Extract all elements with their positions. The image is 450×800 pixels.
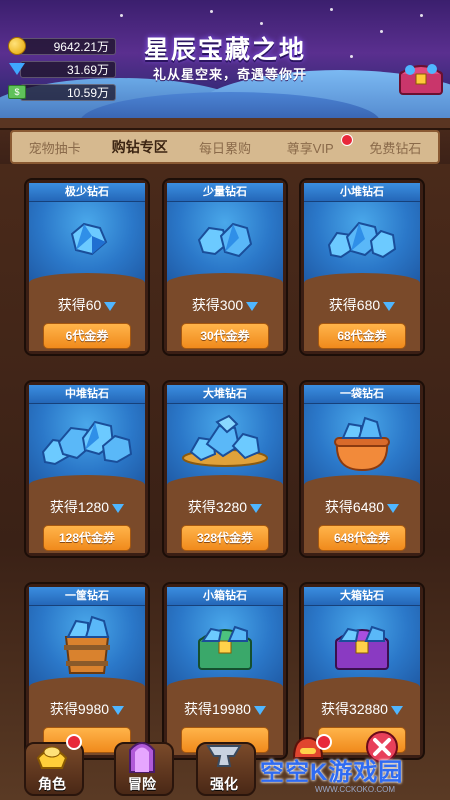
nav-character[interactable]: 角色 — [20, 734, 84, 800]
cash-bill-icon: $ — [8, 83, 26, 101]
buy-button[interactable]: 68代金券 — [318, 323, 406, 349]
diamond-pack-card[interactable]: 小堆钻石 获得680 68代金券 — [299, 178, 425, 356]
diamond-pack-card[interactable]: 中堆钻石 获得1280 128代金券 — [24, 380, 150, 558]
nav-label: 角色 — [38, 776, 66, 792]
tab-label: 免费钻石 — [369, 140, 422, 156]
watermark-text: 空空K游戏园 — [260, 759, 404, 786]
shop-header-banner: 9642.21万 31.69万 $ 10.59万 星辰宝藏之地 礼从星空来，奇遇… — [0, 0, 450, 118]
anvil-icon — [206, 745, 242, 767]
nav-label: 冒险 — [128, 776, 156, 792]
purple-chest-icon — [304, 611, 420, 677]
notification-dot — [316, 734, 332, 750]
nav-adventure[interactable]: 冒险 — [110, 738, 174, 800]
nav-enhance[interactable]: 强化 — [192, 738, 256, 800]
buy-button[interactable]: 6代金券 — [43, 323, 131, 349]
pack-name: 少量钻石 — [167, 183, 283, 202]
pack-name: 一袋钻石 — [304, 385, 420, 404]
notification-dot — [66, 734, 82, 750]
green-chest-icon — [167, 611, 283, 677]
notification-dot — [340, 133, 353, 146]
buy-button[interactable]: 128代金券 — [43, 525, 131, 551]
diamond-pack-card[interactable]: 极少钻石 获得60 6代金券 — [24, 178, 150, 356]
tab-vip[interactable]: 尊享VIP — [268, 133, 353, 157]
diamond-icon — [8, 60, 26, 78]
diamond-amount: 获得32880 — [321, 701, 388, 717]
diamond-pack-card[interactable]: 小箱钻石 获得19980 — [162, 582, 288, 760]
pack-name: 大箱钻石 — [304, 587, 420, 606]
diamond-amount: 获得9980 — [49, 701, 110, 717]
wood-plank — [0, 118, 450, 130]
buy-button[interactable]: 648代金券 — [318, 525, 406, 551]
diamond-bag-icon — [304, 409, 420, 475]
diamond-icon — [390, 705, 403, 715]
diamond-amount: 获得300 — [191, 297, 244, 313]
diamond-icon — [104, 301, 117, 311]
diamond-icon — [250, 503, 263, 513]
gold-balance-value: 9642.21万 — [20, 37, 116, 55]
diamond-heap-icon — [29, 409, 145, 475]
diamond-amount: 获得3280 — [187, 499, 248, 515]
shop-tab-bar: 宠物抽卡 购钻专区 每日累购 尊享VIP 免费钻石 — [10, 130, 440, 164]
diamond-pile-icon — [167, 207, 283, 273]
pack-name: 中堆钻石 — [29, 385, 145, 404]
diamond-pack-card[interactable]: 少量钻石 获得300 30代金券 — [162, 178, 288, 356]
pack-name: 小堆钻石 — [304, 183, 420, 202]
gold-coin-icon — [8, 37, 26, 55]
tab-label: 宠物抽卡 — [28, 140, 81, 156]
tab-label: 每日累购 — [199, 140, 252, 156]
diamond-icon — [112, 503, 125, 513]
diamond-pack-card[interactable]: 大堆钻石 获得3280 328代金券 — [162, 380, 288, 558]
diamond-balance-value: 31.69万 — [20, 60, 116, 78]
buy-button[interactable]: 30代金券 — [181, 323, 269, 349]
diamond-barrel-icon — [29, 611, 145, 677]
diamond-gem-icon — [29, 207, 145, 273]
diamond-amount: 获得680 — [328, 297, 381, 313]
diamond-amount: 获得19980 — [184, 701, 251, 717]
portal-door-icon — [129, 742, 155, 773]
cash-balance: $ 10.59万 — [8, 83, 116, 101]
tab-buy-diamonds[interactable]: 购钻专区 — [97, 137, 182, 157]
diamond-amount: 获得6480 — [324, 499, 385, 515]
gold-ingot-icon — [36, 746, 68, 769]
diamond-icon — [383, 301, 396, 311]
gold-balance: 9642.21万 — [8, 37, 116, 55]
diamond-icon — [253, 705, 266, 715]
diamond-balance: 31.69万 — [8, 60, 116, 78]
cash-balance-value: 10.59万 — [20, 83, 116, 101]
diamond-plate-icon — [167, 409, 283, 475]
tab-label: 购钻专区 — [111, 139, 168, 155]
diamond-icon — [112, 705, 125, 715]
diamond-amount: 获得60 — [57, 297, 102, 313]
diamond-pile-icon — [304, 207, 420, 273]
site-watermark: 空空K游戏园 WWW.CCKOKO.COM — [260, 752, 450, 800]
diamond-pack-card[interactable]: 一袋钻石 获得6480 648代金券 — [299, 380, 425, 558]
diamond-amount: 获得1280 — [49, 499, 110, 515]
buy-button[interactable]: 328代金券 — [181, 525, 269, 551]
pack-name: 大堆钻石 — [167, 385, 283, 404]
page-subtitle: 礼从星空来，奇遇等你开 — [152, 67, 307, 82]
treasure-chest-icon — [399, 64, 443, 95]
pack-name: 极少钻石 — [29, 183, 145, 202]
diamond-icon — [387, 503, 400, 513]
pack-name: 一筐钻石 — [29, 587, 145, 606]
tab-pet-gacha[interactable]: 宠物抽卡 — [12, 138, 97, 157]
nav-label: 强化 — [210, 776, 238, 792]
diamond-pack-card[interactable]: 一筐钻石 获得9980 — [24, 582, 150, 760]
tab-free-diamonds[interactable]: 免费钻石 — [353, 138, 438, 157]
tab-daily-purchase[interactable]: 每日累购 — [182, 138, 267, 157]
diamond-icon — [246, 301, 259, 311]
tab-label: 尊享VIP — [286, 140, 334, 156]
page-title: 星辰宝藏之地 — [143, 36, 306, 64]
pack-name: 小箱钻石 — [167, 587, 283, 606]
